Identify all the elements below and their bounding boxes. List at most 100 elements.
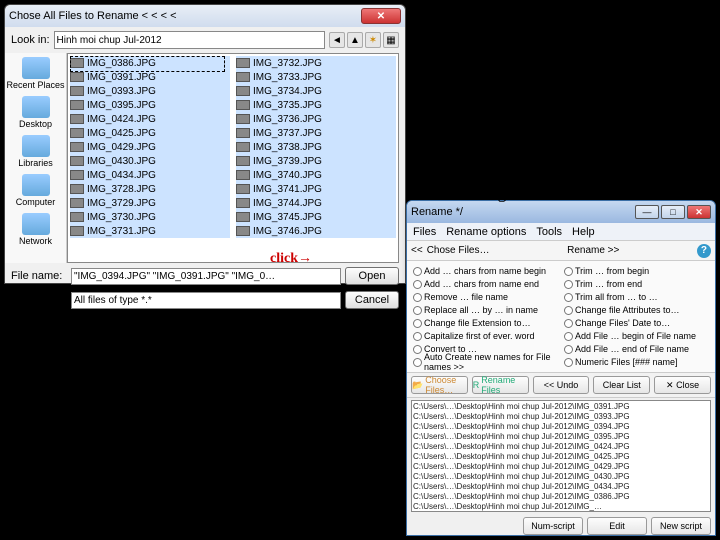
option-radio[interactable] — [413, 358, 422, 367]
views-icon[interactable]: ▦ — [383, 32, 399, 48]
sidebar-item-computer[interactable]: Computer — [5, 174, 66, 207]
rename-option[interactable]: Auto Create new names for File names >> — [413, 356, 558, 368]
sidebar-item-libraries[interactable]: Libraries — [5, 135, 66, 168]
file-item[interactable]: IMG_3739.JPG — [236, 154, 396, 168]
rename-option[interactable]: Add … chars from name begin — [413, 265, 558, 277]
list-item[interactable]: C:\Users\…\Desktop\Hinh moi chup Jul-201… — [413, 482, 709, 492]
rename-option[interactable]: Trim all from … to … — [564, 291, 709, 303]
sidebar-item-desktop[interactable]: Desktop — [5, 96, 66, 129]
rename-option[interactable]: Numeric Files [### name] — [564, 356, 709, 368]
rename-option[interactable]: Trim … from begin — [564, 265, 709, 277]
file-item[interactable]: IMG_3741.JPG — [236, 182, 396, 196]
option-radio[interactable] — [564, 358, 573, 367]
option-radio[interactable] — [413, 293, 422, 302]
choose-files-button[interactable]: 📂 Choose Files… — [411, 376, 468, 394]
rename-option[interactable]: Add File … begin of File name — [564, 330, 709, 342]
open-button[interactable]: Open — [345, 267, 399, 285]
file-item[interactable]: IMG_3729.JPG — [70, 196, 230, 210]
newfolder-icon[interactable]: ✶ — [365, 32, 381, 48]
file-item[interactable]: IMG_0425.JPG — [70, 126, 230, 140]
cancel-button[interactable]: Cancel — [345, 291, 399, 309]
file-item[interactable]: IMG_3744.JPG — [236, 196, 396, 210]
back-icon[interactable]: ◄ — [329, 32, 345, 48]
newscript-button[interactable]: New script — [651, 517, 711, 535]
list-item[interactable]: C:\Users\…\Desktop\Hinh moi chup Jul-201… — [413, 442, 709, 452]
list-item[interactable]: C:\Users\…\Desktop\Hinh moi chup Jul-201… — [413, 452, 709, 462]
file-item[interactable]: IMG_3736.JPG — [236, 112, 396, 126]
option-radio[interactable] — [413, 319, 422, 328]
option-radio[interactable] — [564, 306, 573, 315]
rename-option[interactable]: Remove … file name — [413, 291, 558, 303]
rename-option[interactable]: Capitalize first of ever. word — [413, 330, 558, 342]
file-item[interactable]: IMG_3740.JPG — [236, 168, 396, 182]
option-radio[interactable] — [564, 319, 573, 328]
rename-option[interactable]: Change file Extension to… — [413, 317, 558, 329]
filename-input[interactable] — [71, 268, 341, 285]
file-item[interactable]: IMG_3745.JPG — [236, 210, 396, 224]
file-list-pane[interactable]: IMG_0386.JPGIMG_3732.JPGIMG_0391.JPGIMG_… — [67, 53, 399, 263]
list-item[interactable]: C:\Users\…\Desktop\Hinh moi chup Jul-201… — [413, 422, 709, 432]
toolbar-prev[interactable]: << — [411, 245, 423, 256]
clear-list-button[interactable]: Clear List — [593, 376, 650, 394]
chooser-titlebar[interactable]: Chose All Files to Rename < < < < ✕ — [5, 5, 405, 27]
list-item[interactable]: C:\Users\…\Desktop\Hinh moi chup Jul-201… — [413, 502, 709, 512]
look-in-combo[interactable]: Hinh moi chup Jul-2012 — [54, 31, 325, 49]
maximize-icon[interactable]: □ — [661, 205, 685, 219]
file-item[interactable]: IMG_0386.JPG — [70, 56, 230, 70]
undo-button[interactable]: << Undo — [533, 376, 590, 394]
option-radio[interactable] — [564, 345, 573, 354]
rename-option[interactable]: Change file Attributes to… — [564, 304, 709, 316]
option-radio[interactable] — [564, 267, 573, 276]
file-item[interactable]: IMG_3731.JPG — [70, 224, 230, 238]
file-item[interactable]: IMG_0434.JPG — [70, 168, 230, 182]
selected-files-list[interactable]: C:\Users\…\Desktop\Hinh moi chup Jul-201… — [411, 400, 711, 512]
menu-rename-options[interactable]: Rename options — [446, 226, 526, 238]
rename-option[interactable]: Add … chars from name end — [413, 278, 558, 290]
toolbar-choose[interactable]: Chose Files… — [427, 245, 490, 256]
edit-button[interactable]: Edit — [587, 517, 647, 535]
option-radio[interactable] — [564, 293, 573, 302]
file-item[interactable]: IMG_0393.JPG — [70, 84, 230, 98]
help-icon[interactable]: ? — [697, 244, 711, 258]
up-icon[interactable]: ▲ — [347, 32, 363, 48]
list-item[interactable]: C:\Users\…\Desktop\Hinh moi chup Jul-201… — [413, 492, 709, 502]
file-item[interactable]: IMG_3746.JPG — [236, 224, 396, 238]
list-item[interactable]: C:\Users\…\Desktop\Hinh moi chup Jul-201… — [413, 462, 709, 472]
sidebar-item-recent[interactable]: Recent Places — [5, 57, 66, 90]
option-radio[interactable] — [564, 332, 573, 341]
rename-option[interactable]: Change Files' Date to… — [564, 317, 709, 329]
file-item[interactable]: IMG_3730.JPG — [70, 210, 230, 224]
menu-files[interactable]: Files — [413, 226, 436, 238]
option-radio[interactable] — [413, 332, 422, 341]
menu-tools[interactable]: Tools — [536, 226, 562, 238]
file-item[interactable]: IMG_3733.JPG — [236, 70, 396, 84]
list-item[interactable]: C:\Users\…\Desktop\Hinh moi chup Jul-201… — [413, 472, 709, 482]
option-radio[interactable] — [413, 280, 422, 289]
numscript-button[interactable]: Num-script — [523, 517, 583, 535]
option-radio[interactable] — [564, 280, 573, 289]
toolbar-rename[interactable]: Rename >> — [567, 245, 619, 256]
option-radio[interactable] — [413, 306, 422, 315]
list-item[interactable]: C:\Users\…\Desktop\Hinh moi chup Jul-201… — [413, 432, 709, 442]
minimize-icon[interactable]: — — [635, 205, 659, 219]
rename-titlebar[interactable]: Rename */ — □ ✕ — [407, 201, 715, 223]
option-radio[interactable] — [413, 267, 422, 276]
rename-files-button[interactable]: R Rename Files — [472, 376, 529, 394]
file-item[interactable]: IMG_3737.JPG — [236, 126, 396, 140]
option-radio[interactable] — [413, 345, 422, 354]
file-item[interactable]: IMG_3728.JPG — [70, 182, 230, 196]
file-item[interactable]: IMG_0429.JPG — [70, 140, 230, 154]
close-icon[interactable]: ✕ — [361, 8, 401, 24]
close-icon[interactable]: ✕ — [687, 205, 711, 219]
list-item[interactable]: C:\Users\…\Desktop\Hinh moi chup Jul-201… — [413, 412, 709, 422]
file-item[interactable]: IMG_0395.JPG — [70, 98, 230, 112]
menu-help[interactable]: Help — [572, 226, 595, 238]
file-item[interactable]: IMG_3735.JPG — [236, 98, 396, 112]
filetype-combo[interactable] — [71, 292, 341, 309]
list-item[interactable]: C:\Users\…\Desktop\Hinh moi chup Jul-201… — [413, 402, 709, 412]
file-item[interactable]: IMG_3738.JPG — [236, 140, 396, 154]
file-item[interactable]: IMG_0391.JPG — [70, 70, 230, 84]
rename-option[interactable]: Add File … end of File name — [564, 343, 709, 355]
file-item[interactable]: IMG_3732.JPG — [236, 56, 396, 70]
sidebar-item-network[interactable]: Network — [5, 213, 66, 246]
